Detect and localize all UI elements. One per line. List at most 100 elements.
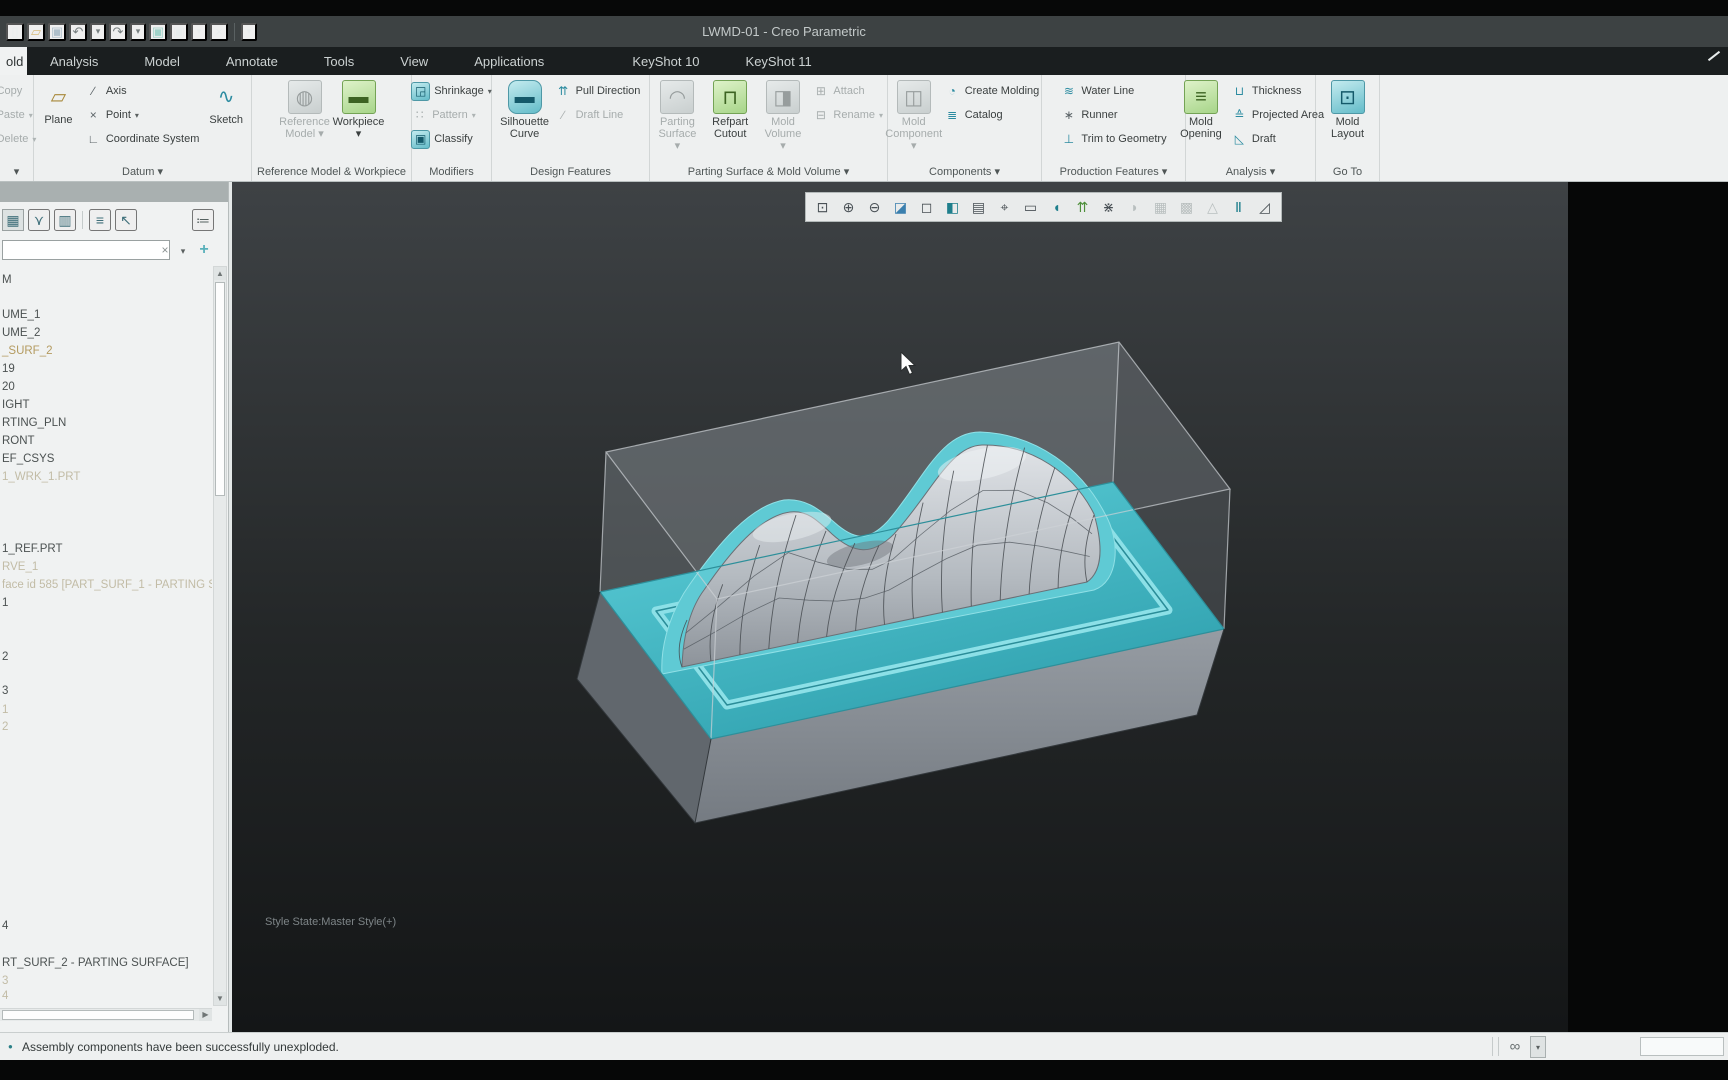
catalog-button[interactable]: ≣Catalog	[942, 103, 1005, 127]
zoom-out-icon[interactable]: ⊖	[862, 195, 887, 219]
tab-analysis[interactable]: Analysis	[27, 47, 121, 75]
search-binoculars-icon[interactable]: ∞	[1502, 1036, 1528, 1058]
pause-icon[interactable]: Ⅱ	[1226, 195, 1251, 219]
shrinkage-button[interactable]: ◲Shrinkage▾	[409, 79, 494, 103]
saved-orientations-icon[interactable]: ◧	[940, 195, 965, 219]
tree-filter-icon[interactable]: ⋎	[28, 209, 50, 231]
tree-item[interactable]: IGHT	[2, 399, 29, 411]
copy-button[interactable]: Copy	[0, 79, 24, 103]
plane-button[interactable]: ▱Plane	[36, 77, 81, 127]
search-options-dropdown-icon[interactable]: ▾	[1530, 1036, 1546, 1058]
tree-options-icon[interactable]: ≔	[192, 209, 214, 231]
tab-old[interactable]: old	[0, 47, 27, 75]
tree-item[interactable]: M	[2, 274, 12, 286]
qat-customize-dropdown[interactable]: ▾	[241, 23, 257, 41]
window-display-icon[interactable]: ▦	[1148, 195, 1173, 219]
tree-item[interactable]: _SURF_2	[2, 345, 53, 357]
scroll-right-icon[interactable]: ▶	[199, 1009, 212, 1021]
silhouette-curve-button[interactable]: ▬Silhouette Curve	[499, 77, 551, 141]
close-window-icon[interactable]: ×	[210, 23, 228, 41]
reference-model-button[interactable]: ◍Reference Model ▾	[279, 77, 331, 141]
undo-dropdown[interactable]: ▾	[90, 23, 106, 41]
ribbon-group-label[interactable]: Parting Surface & Mold Volume ▾	[650, 165, 887, 178]
tab-tools[interactable]: Tools	[301, 47, 377, 75]
water-line-button[interactable]: ≋Water Line	[1058, 79, 1136, 103]
vertical-scroll-thumb[interactable]	[215, 282, 225, 496]
mold-component-button[interactable]: ◫Mold Component ▾	[888, 77, 940, 153]
tree-item[interactable]: 20	[2, 381, 15, 393]
tree-item[interactable]: RTING_PLN	[2, 417, 66, 429]
tree-item[interactable]: 1_WRK_1.PRT	[2, 471, 80, 483]
tree-item[interactable]: RONT	[2, 435, 35, 447]
layers-icon[interactable]: ≡	[89, 209, 111, 231]
tree-vertical-scrollbar[interactable]: ▲ ▼	[213, 266, 227, 1006]
tree-item[interactable]: RVE_1	[2, 561, 38, 573]
redo-dropdown[interactable]: ▾	[130, 23, 146, 41]
tree-columns-icon[interactable]: ▥	[54, 209, 76, 231]
csys-button[interactable]: ∟Coordinate System	[83, 127, 202, 151]
tree-horizontal-scrollbar[interactable]: ▶	[0, 1008, 212, 1021]
tab-annotate[interactable]: Annotate	[203, 47, 301, 75]
horizontal-scroll-thumb[interactable]	[2, 1010, 194, 1020]
display-style-icon[interactable]: ◻	[914, 195, 939, 219]
classify-button[interactable]: ▣Classify	[409, 127, 475, 151]
pull-direction-button[interactable]: ⇈Pull Direction	[553, 79, 643, 103]
axis-button[interactable]: ∕Axis	[83, 79, 129, 103]
tab-applications[interactable]: Applications	[451, 47, 567, 75]
select-mode-icon[interactable]: ↖	[115, 209, 137, 231]
open-icon[interactable]: ▱	[27, 23, 45, 41]
save-icon[interactable]: ▣	[48, 23, 66, 41]
mold-opening-button[interactable]: ≡Mold Opening	[1175, 77, 1227, 141]
sketch-button[interactable]: ∿Sketch	[203, 77, 249, 127]
tree-item[interactable]: 3	[2, 975, 8, 987]
annotation-display-icon[interactable]: ▭	[1018, 195, 1043, 219]
tree-item[interactable]: 3	[2, 685, 8, 697]
explode-icon[interactable]: ⇈	[1070, 195, 1095, 219]
search-clear-icon[interactable]: ×	[158, 242, 172, 258]
tree-item[interactable]: 19	[2, 363, 15, 375]
draft-button[interactable]: ◺Draft	[1229, 127, 1278, 151]
view-manager-icon[interactable]: ▤	[966, 195, 991, 219]
tree-search-input[interactable]	[2, 240, 170, 260]
point-button[interactable]: ×Point▾	[83, 103, 141, 127]
tree-item[interactable]: UME_2	[2, 327, 40, 339]
tree-item[interactable]: 4	[2, 920, 8, 932]
regenerate-icon[interactable]: ▣	[149, 23, 167, 41]
ribbon-group-label[interactable]: Datum ▾	[34, 165, 251, 178]
tree-item[interactable]: 2	[2, 721, 8, 733]
undo-icon[interactable]: ↶	[69, 23, 87, 41]
tree-item[interactable]: 1	[2, 597, 8, 609]
ribbon-group-label[interactable]: Components ▾	[888, 165, 1041, 178]
ribbon-group-label[interactable]: ▾	[0, 165, 33, 178]
spin-center-icon[interactable]: ⋇	[1096, 195, 1121, 219]
pattern-button[interactable]: ∷Pattern▾	[409, 103, 477, 127]
tree-item[interactable]: 1	[2, 704, 8, 716]
attach-button[interactable]: ⊞Attach	[810, 79, 866, 103]
refpart-cutout-button[interactable]: ⊓Refpart Cutout	[705, 77, 756, 141]
windows-dropdown[interactable]: ▾	[191, 23, 207, 41]
shadow-icon[interactable]: ▩	[1174, 195, 1199, 219]
redo-icon[interactable]: ↷	[109, 23, 127, 41]
warning-icon[interactable]: △	[1200, 195, 1225, 219]
tree-item[interactable]: face id 585 [PART_SURF_1 - PARTING SURFA…	[2, 579, 212, 591]
parting-surface-button[interactable]: ◠Parting Surface ▾	[652, 77, 703, 153]
tree-item[interactable]: UME_1	[2, 309, 40, 321]
zoom-window-icon[interactable]: ⊡	[810, 195, 835, 219]
tab-model[interactable]: Model	[121, 47, 202, 75]
paste-button[interactable]: Paste▾	[0, 103, 35, 127]
section-icon[interactable]: ◖	[1044, 195, 1069, 219]
scroll-down-icon[interactable]: ▼	[214, 992, 226, 1005]
projected-area-button[interactable]: ≙Projected Area	[1229, 103, 1326, 127]
workpiece-button[interactable]: ▬Workpiece ▾	[333, 77, 385, 141]
trim-to-geometry-button[interactable]: ⊥Trim to Geometry	[1058, 127, 1168, 151]
tab-view[interactable]: View	[377, 47, 451, 75]
tree-item[interactable]: 4	[2, 990, 8, 1002]
refit-icon[interactable]: ◪	[888, 195, 913, 219]
thickness-button[interactable]: ⊔Thickness	[1229, 79, 1304, 103]
delete-button[interactable]: Delete▾	[0, 127, 38, 151]
ribbon-group-label[interactable]: Production Features ▾	[1042, 165, 1185, 178]
draft-line-button[interactable]: ∕Draft Line	[553, 103, 626, 127]
tree-item[interactable]: RT_SURF_2 - PARTING SURFACE]	[2, 957, 189, 969]
status-input-field[interactable]	[1640, 1037, 1724, 1056]
search-dropdown-icon[interactable]: ▾	[176, 244, 190, 258]
